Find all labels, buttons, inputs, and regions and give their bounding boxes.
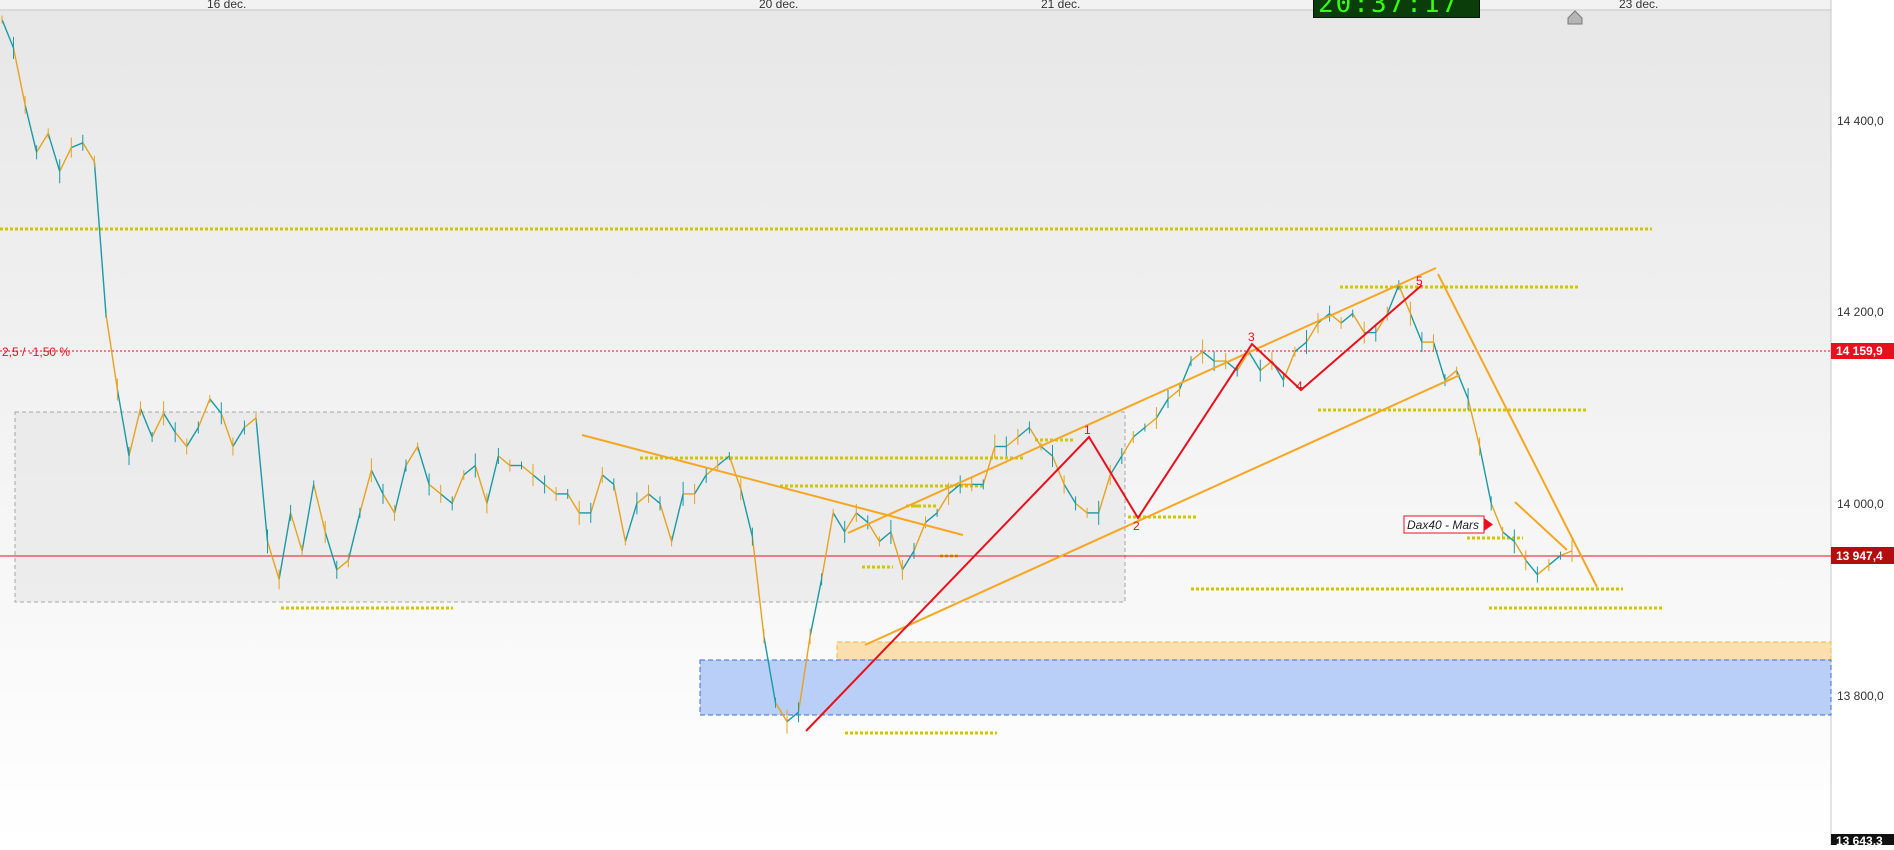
wave-label-5: 5: [1416, 274, 1423, 288]
wave-label-2: 2: [1133, 519, 1140, 533]
y-tick-label: 13 800,0: [1837, 689, 1884, 703]
instrument-label[interactable]: Dax40 - Mars: [1403, 515, 1493, 534]
y-tick-label: 14 200,0: [1837, 305, 1884, 319]
price-chart[interactable]: 2,5 / -1,50 % 1 2 3 4 5 Dax40 - Mars 16 …: [0, 0, 1894, 848]
wave-label-1: 1: [1084, 423, 1091, 437]
x-tick-label: 20 dec.: [759, 0, 798, 11]
instrument-label-text: Dax40 - Mars: [1407, 518, 1479, 532]
axis-bottom-tag-text: 13 643,3: [1836, 834, 1883, 845]
alert-price-tag: 14 159,9: [1831, 343, 1894, 359]
blue-support-zone[interactable]: [699, 659, 1832, 716]
chart-root: 2,5 / -1,50 % 1 2 3 4 5 Dax40 - Mars 16 …: [0, 0, 1894, 848]
x-tick-label: 23 dec.: [1619, 0, 1658, 11]
last-price-tag: 13 947,4: [1831, 547, 1894, 564]
x-tick-label: 21 dec.: [1041, 0, 1080, 11]
alert-price-tag-text: 14 159,9: [1836, 344, 1883, 358]
orange-support-zone[interactable]: [836, 641, 1832, 661]
wave-label-3: 3: [1248, 330, 1255, 344]
y-tick-label: 14 000,0: [1837, 497, 1884, 511]
alert-level-note: 2,5 / -1,50 %: [2, 345, 70, 359]
x-tick-label: 16 dec.: [207, 0, 246, 11]
y-tick-label: 14 400,0: [1837, 114, 1884, 128]
time-axis-strip: [0, 0, 1831, 10]
wave-label-4: 4: [1296, 379, 1303, 393]
last-price-tag-text: 13 947,4: [1836, 549, 1883, 563]
clock-text: 20:37:17: [1318, 0, 1460, 18]
clock-display: 20:37:17: [1313, 0, 1480, 18]
axis-bottom-tag: 13 643,3: [1831, 834, 1894, 848]
